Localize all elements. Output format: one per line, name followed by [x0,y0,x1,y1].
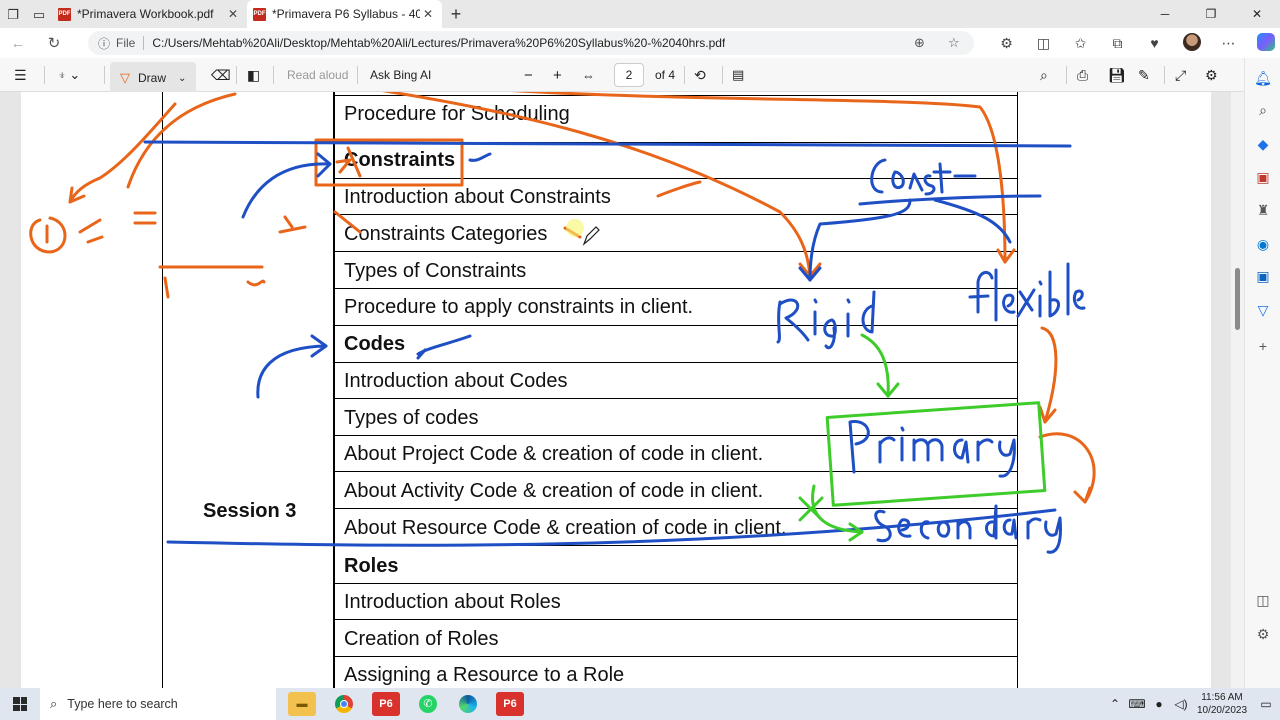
pdf-icon: PDF [253,7,266,21]
favorite-star-icon[interactable]: ☆ [948,35,960,51]
url-text: C:/Users/Mehtab%20Ali/Desktop/Mehtab%20A… [152,36,726,50]
page-total-label: of 4 [655,68,676,82]
pdf-icon: PDF [58,7,71,21]
new-tab-button[interactable]: + [442,0,470,28]
tab-title: *Primavera P6 Syllabus - 40hrs.p [272,7,420,21]
contents-list-icon[interactable]: ☰ [14,58,27,92]
extensions-icon[interactable]: ⚙ [988,35,1025,52]
browser-window: ❐ ▭ PDF *Primavera Workbook.pdf ✕ PDF *P… [0,0,1280,720]
tab-primavera-syllabus[interactable]: PDF *Primavera P6 Syllabus - 40hrs.p ✕ [247,0,442,28]
volume-icon[interactable]: ◁) [1170,697,1192,711]
more-menu-icon[interactable]: ⋯ [1210,35,1247,52]
taskbar-search-box[interactable]: ⌕ Type here to search [40,688,276,720]
highlight-icon[interactable]: ⍖ ⌄ [58,58,80,92]
close-window-icon[interactable]: ✕ [1234,0,1280,28]
tab-strip: ❐ ▭ PDF *Primavera Workbook.pdf ✕ PDF *P… [0,0,1280,28]
drop-icon[interactable]: ▽ [1245,302,1280,319]
workspaces-icon[interactable]: ❐ [0,2,26,28]
page-number-value: 2 [614,63,644,87]
primavera-p6-icon[interactable]: P6 [372,692,400,716]
pdf-toolbar: ☰ ⍖ ⌄ ▽ Draw ⌄ ⌫ ◧ Read aloud Ask Bing A… [0,58,1280,96]
text-mode-icon[interactable]: ◧ [247,58,260,92]
save-icon[interactable]: 💾︎ [1108,58,1126,92]
info-icon: ⓘ [98,36,111,51]
microphone-icon[interactable]: ● [1148,697,1170,711]
search-placeholder: Type here to search [67,697,178,711]
scrollbar-thumb[interactable] [1235,268,1240,330]
refresh-icon[interactable]: ↻ [36,28,72,58]
windows-taskbar: ⌕ Type here to search ▬ P6 ✆ P6 ⌃ ⌨ ● ◁)… [0,688,1280,720]
browser-essentials-icon[interactable]: ♥ [1136,35,1173,51]
draw-button[interactable]: ▽ Draw ⌄ [110,62,197,96]
maximize-icon[interactable]: ❐ [1188,0,1234,28]
window-controls: ─ ❐ ✕ [1142,0,1280,28]
tab-actions-icon[interactable]: ▭ [26,2,52,28]
clock-date: 10/20/2023 [1196,705,1248,716]
add-sidebar-app-icon[interactable]: + [1245,338,1280,354]
shopping-tag-icon[interactable]: ◆ [1245,136,1280,153]
sidebar-search-icon[interactable]: ⌕ [1245,102,1280,119]
minimize-icon[interactable]: ─ [1142,0,1188,28]
microsoft-365-icon[interactable]: ◉ [1245,236,1280,253]
pen-icon: ▽ [120,70,130,85]
favorites-icon[interactable]: ✩ [1062,35,1099,52]
outlook-icon[interactable]: ▣ [1245,268,1280,285]
tab-primavera-workbook[interactable]: PDF *Primavera Workbook.pdf ✕ [52,0,247,28]
tools-briefcase-icon[interactable]: ▣ [1245,169,1280,186]
browser-actions: ⚙ ◫ ✩ ⧉ ♥ ⋯ [988,28,1280,58]
page-number-field[interactable]: 2 [614,58,644,92]
notifications-bell-icon[interactable]: 🔔︎ [1245,70,1280,87]
tab-title: *Primavera Workbook.pdf [77,7,214,21]
zoom-out-icon[interactable]: − [524,58,533,92]
page-view-icon[interactable]: ▤ [732,58,744,92]
split-screen-icon[interactable]: ◫ [1025,35,1062,52]
sidebar-toggle-icon[interactable]: ◫ [1245,592,1280,609]
tray-overflow-chevron-icon[interactable]: ⌃ [1104,697,1126,711]
draw-label: Draw [138,71,167,85]
pdf-viewer[interactable]: Procedure for Scheduling Constraints Int… [0,92,1244,688]
profile-avatar[interactable] [1173,32,1210,54]
system-tray: ⌃ ⌨ ● ◁) 11:56 AM 10/20/2023 ▭ [1104,688,1280,720]
address-bar: ← ↻ ⓘ File C:/Users/Mehtab%20Ali/Desktop… [0,28,1280,58]
file-explorer-icon[interactable]: ▬ [288,692,316,716]
whatsapp-icon[interactable]: ✆ [414,692,442,716]
collections-icon[interactable]: ⧉ [1099,35,1136,52]
print-icon[interactable]: ⎙ [1077,58,1088,92]
settings-gear-icon[interactable]: ⚙ [1205,58,1218,92]
zoom-icon[interactable]: ⊕ [914,35,925,51]
ask-bing-button[interactable]: Ask Bing AI [370,58,431,92]
windows-logo-icon [13,697,27,711]
close-tab-icon[interactable]: ✕ [420,7,436,21]
network-icon[interactable]: ⌨ [1126,697,1148,711]
fullscreen-icon[interactable]: ⤢ [1175,58,1186,92]
edge-sidebar: 🔔︎ ⌕ ◆ ▣ ♜ ◉ ▣ ▽ + ◫ ⚙ [1244,58,1280,688]
games-icon[interactable]: ♜ [1245,202,1280,219]
back-arrow-icon[interactable]: ← [0,28,36,58]
customize-sidebar-icon[interactable]: ⚙ [1245,626,1280,643]
search-icon[interactable]: ⌕ [1040,58,1048,92]
copilot-icon[interactable] [1247,32,1280,54]
ink-annotations [29,92,1096,554]
zoom-in-icon[interactable]: + [553,58,562,92]
primavera-p6-icon[interactable]: P6 [496,692,524,716]
pencil-cursor-icon [582,226,600,246]
save-as-icon[interactable]: ✎ [1138,58,1150,92]
close-tab-icon[interactable]: ✕ [225,7,241,21]
search-icon: ⌕ [50,696,58,711]
chevron-down-icon: ⌄ [178,72,187,84]
chrome-icon[interactable] [330,692,358,716]
clock[interactable]: 11:56 AM 10/20/2023 [1192,691,1252,717]
clock-time: 11:56 AM [1201,692,1243,703]
file-scheme-label: File [116,36,145,50]
start-button[interactable] [0,688,40,720]
read-aloud-button[interactable]: Read aloud [287,58,348,92]
url-field[interactable]: ⓘ File C:/Users/Mehtab%20Ali/Desktop/Meh… [88,31,974,55]
vertical-scrollbar[interactable] [1231,92,1244,688]
rotate-icon[interactable]: ⟲ [694,58,706,92]
edge-browser-icon[interactable] [454,692,482,716]
eraser-icon[interactable]: ⌫ [211,58,231,92]
fit-page-icon[interactable]: ⇔ [582,58,595,92]
notifications-icon[interactable]: ▭ [1252,697,1280,711]
